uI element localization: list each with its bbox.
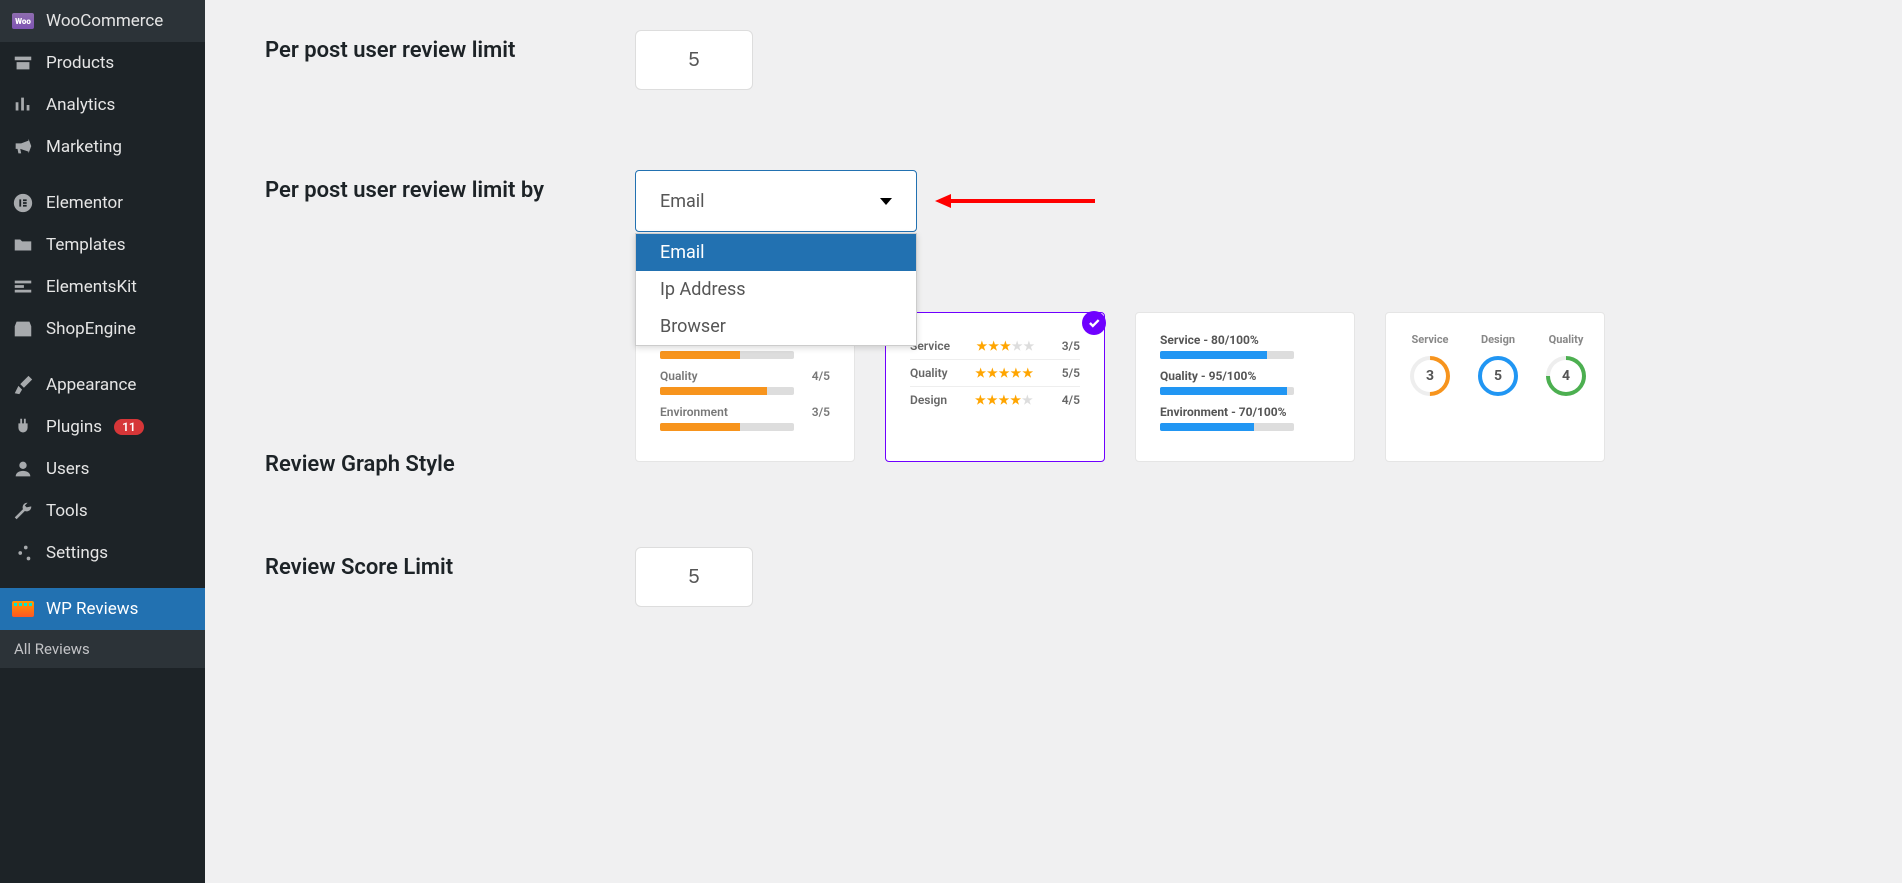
folder-icon	[12, 234, 34, 256]
check-icon	[1082, 311, 1106, 335]
chart-bar-icon	[12, 94, 34, 116]
graph-style-bars-blue[interactable]: Service - 80/100% Quality - 95/100% Envi…	[1135, 312, 1355, 462]
sidebar-item-label: Marketing	[46, 137, 122, 157]
review-limit-by-dropdown: Email Ip Address Browser	[635, 233, 917, 346]
sidebar-item-plugins[interactable]: Plugins 11	[0, 406, 205, 448]
field-label-score-limit: Review Score Limit	[265, 547, 635, 580]
review-limit-by-select[interactable]: Email	[635, 170, 917, 232]
dropdown-option-email[interactable]: Email	[636, 234, 916, 271]
shopengine-icon	[12, 318, 34, 340]
sidebar-item-label: Users	[46, 459, 89, 479]
sidebar-item-settings[interactable]: Settings	[0, 532, 205, 574]
sidebar-item-users[interactable]: Users	[0, 448, 205, 490]
sidebar-item-label: Analytics	[46, 95, 115, 115]
archive-icon	[12, 52, 34, 74]
elementor-icon	[12, 192, 34, 214]
wrench-icon	[12, 500, 34, 522]
submenu-wp-reviews: All Reviews	[0, 630, 205, 668]
sidebar-item-label: Plugins	[46, 417, 102, 437]
field-label-graph-style: Review Graph Style	[265, 312, 635, 477]
user-icon	[12, 458, 34, 480]
sidebar-item-products[interactable]: Products	[0, 42, 205, 84]
woocommerce-icon: Woo	[12, 10, 34, 32]
sidebar-item-label: Elementor	[46, 193, 123, 213]
plug-icon	[12, 416, 34, 438]
select-value: Email	[660, 191, 705, 212]
graph-style-circles[interactable]: Service3 Design5 Quality4	[1385, 312, 1605, 462]
graph-style-stars[interactable]: Service★★★★★3/5 Quality★★★★★5/5 Design★★…	[885, 312, 1105, 462]
sidebar-item-templates[interactable]: Templates	[0, 224, 205, 266]
sidebar-item-label: ElementsKit	[46, 277, 137, 297]
annotation-arrow	[935, 194, 1095, 208]
review-limit-input[interactable]	[635, 30, 753, 90]
sidebar-item-label: ShopEngine	[46, 319, 136, 339]
sidebar-item-elementskit[interactable]: ElementsKit	[0, 266, 205, 308]
sidebar-item-label: Tools	[46, 501, 88, 521]
chevron-down-icon	[880, 198, 892, 205]
sidebar-item-marketing[interactable]: Marketing	[0, 126, 205, 168]
dropdown-option-ip[interactable]: Ip Address	[636, 271, 916, 308]
sidebar-item-analytics[interactable]: Analytics	[0, 84, 205, 126]
elementskit-icon	[12, 276, 34, 298]
admin-sidebar: Woo WooCommerce Products Analytics Marke…	[0, 0, 205, 883]
sidebar-item-label: Products	[46, 53, 114, 73]
sliders-icon	[12, 542, 34, 564]
field-label-review-limit: Per post user review limit	[265, 30, 635, 63]
update-count-badge: 11	[114, 419, 144, 435]
sidebar-item-appearance[interactable]: Appearance	[0, 364, 205, 406]
wp-reviews-icon	[12, 598, 34, 620]
sidebar-item-label: WP Reviews	[46, 599, 138, 619]
sidebar-item-label: WooCommerce	[46, 11, 163, 31]
score-limit-input[interactable]	[635, 547, 753, 607]
sidebar-item-wp-reviews[interactable]: WP Reviews	[0, 588, 205, 630]
sidebar-item-label: Templates	[46, 235, 126, 255]
settings-panel: Per post user review limit Per post user…	[205, 0, 1902, 883]
submenu-item-all-reviews[interactable]: All Reviews	[0, 630, 205, 668]
megaphone-icon	[12, 136, 34, 158]
sidebar-item-elementor[interactable]: Elementor	[0, 182, 205, 224]
sidebar-item-label: Appearance	[46, 375, 136, 395]
field-label-review-limit-by: Per post user review limit by	[265, 170, 635, 203]
dropdown-option-browser[interactable]: Browser	[636, 308, 916, 345]
brush-icon	[12, 374, 34, 396]
sidebar-item-woocommerce[interactable]: Woo WooCommerce	[0, 0, 205, 42]
sidebar-item-label: Settings	[46, 543, 108, 563]
sidebar-item-shopengine[interactable]: ShopEngine	[0, 308, 205, 350]
sidebar-item-tools[interactable]: Tools	[0, 490, 205, 532]
